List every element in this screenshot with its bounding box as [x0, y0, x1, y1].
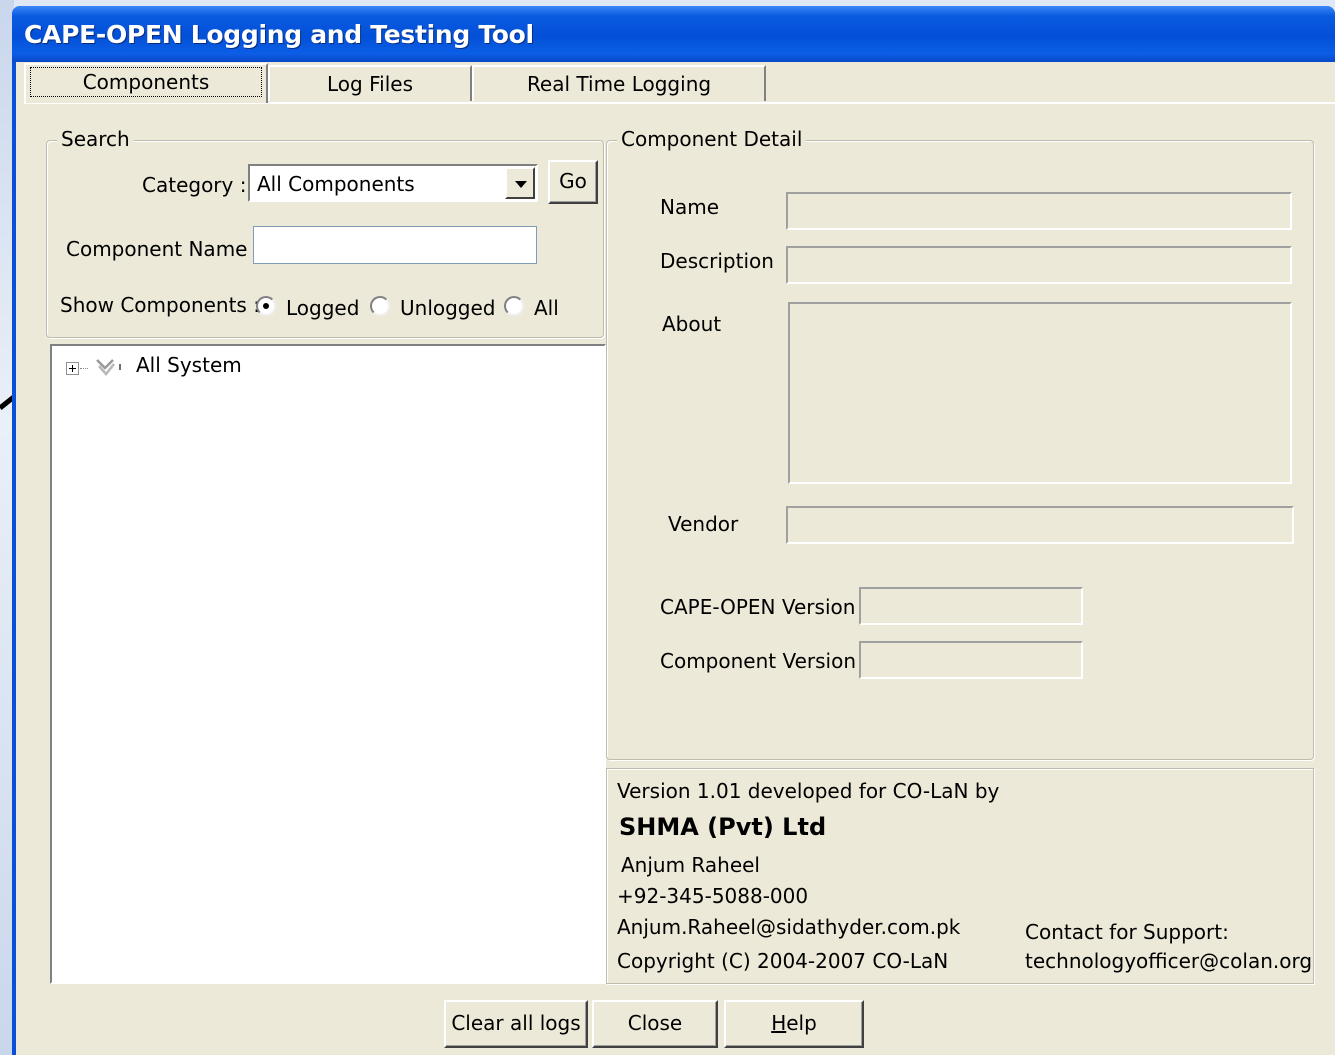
help-button[interactable]: Help	[724, 1000, 864, 1048]
tab-components[interactable]: Components	[24, 63, 268, 103]
contact-person: Anjum Raheel	[621, 853, 760, 877]
radio-unlogged-label[interactable]: Unlogged	[400, 296, 496, 320]
capeopen-version-label: CAPE-OPEN Version	[660, 595, 856, 619]
tab-log-files-label: Log Files	[327, 72, 413, 96]
search-group-title: Search	[57, 127, 134, 151]
title-bar[interactable]: CAPE-OPEN Logging and Testing Tool	[12, 6, 1335, 62]
category-label: Category :	[142, 173, 247, 197]
vendor-field[interactable]	[786, 506, 1294, 544]
tab-real-time-logging[interactable]: Real Time Logging	[472, 65, 766, 101]
tab-components-label: Components	[29, 67, 263, 97]
copyright-text: Copyright (C) 2004-2007 CO-LaN	[617, 949, 949, 973]
show-components-label: Show Components :	[60, 293, 260, 317]
name-field[interactable]	[786, 192, 1292, 230]
tree-root-label[interactable]: All System	[136, 353, 242, 377]
chevron-down-icon[interactable]	[505, 167, 535, 199]
go-button[interactable]: Go	[548, 160, 598, 204]
component-name-label: Component Name :	[66, 237, 261, 261]
component-detail-title: Component Detail	[617, 127, 807, 151]
window-title: CAPE-OPEN Logging and Testing Tool	[24, 20, 534, 49]
category-value: All Components	[257, 172, 415, 196]
category-dropdown[interactable]: All Components	[248, 164, 538, 202]
expand-plus-icon[interactable]	[66, 362, 79, 375]
system-icon	[96, 359, 121, 376]
description-label: Description	[660, 249, 774, 273]
radio-logged-label[interactable]: Logged	[286, 296, 359, 320]
radio-unlogged[interactable]	[370, 296, 390, 316]
tab-log-files[interactable]: Log Files	[268, 65, 472, 101]
tab-real-time-logging-label: Real Time Logging	[526, 72, 712, 96]
support-email: technologyofficer@colan.org	[1025, 949, 1313, 973]
radio-all-label[interactable]: All	[534, 296, 559, 320]
component-name-input[interactable]	[253, 226, 537, 264]
dialog-client-area: Components Log Files Real Time Logging S…	[16, 62, 1335, 1055]
clear-all-logs-button[interactable]: Clear all logs	[444, 1000, 588, 1048]
radio-logged[interactable]	[256, 296, 276, 316]
app-window: CAPE-OPEN Logging and Testing Tool Compo…	[12, 6, 1335, 1055]
contact-phone: +92-345-5088-000	[617, 884, 809, 908]
description-field[interactable]	[786, 246, 1292, 284]
help-button-label: Help	[771, 1011, 817, 1035]
radio-selected-dot	[263, 303, 269, 309]
support-label: Contact for Support:	[1025, 920, 1229, 944]
about-info-panel: Version 1.01 developed for CO-LaN by SHM…	[606, 768, 1314, 984]
name-label: Name	[660, 195, 720, 219]
component-version-label: Component Version	[660, 649, 857, 673]
company-name: SHMA (Pvt) Ltd	[619, 813, 827, 841]
vendor-label: Vendor	[668, 512, 739, 536]
radio-all[interactable]	[504, 296, 524, 316]
component-version-field[interactable]	[859, 641, 1083, 679]
tree-connector	[80, 368, 88, 369]
capeopen-version-field[interactable]	[859, 587, 1083, 625]
about-field[interactable]	[788, 302, 1292, 484]
component-tree[interactable]: All System	[50, 344, 606, 984]
about-label: About	[662, 312, 722, 336]
close-button[interactable]: Close	[592, 1000, 718, 1048]
contact-email: Anjum.Raheel@sidathyder.com.pk	[617, 915, 961, 939]
version-line: Version 1.01 developed for CO-LaN by	[617, 779, 1000, 803]
